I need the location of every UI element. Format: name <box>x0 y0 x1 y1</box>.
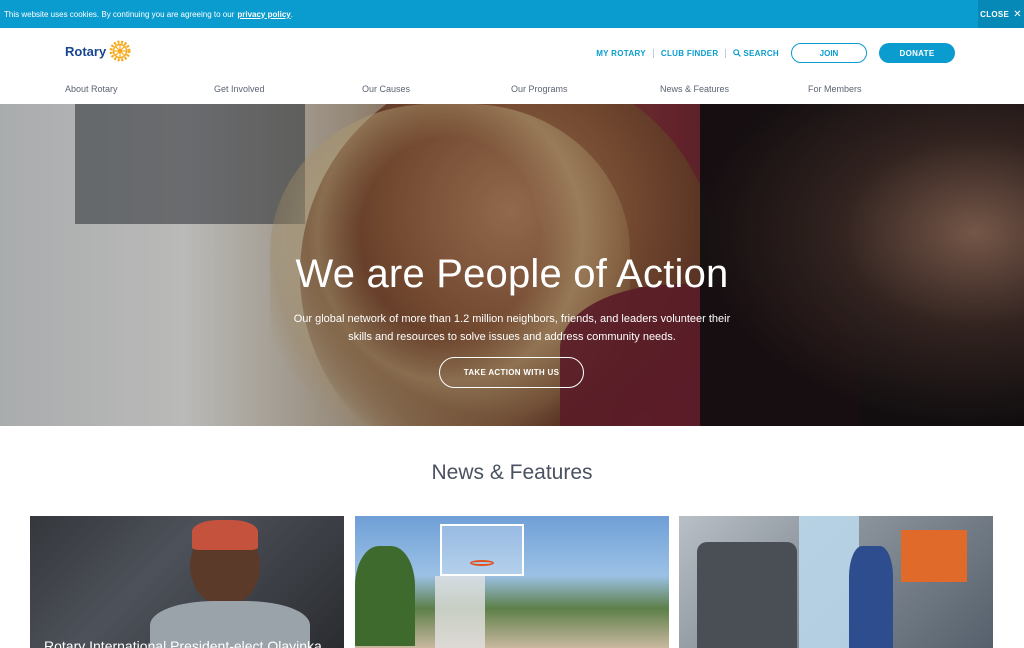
divider <box>652 48 654 58</box>
news-card[interactable]: Rotary International President-elect Ola… <box>30 516 344 648</box>
take-action-button[interactable]: TAKE ACTION WITH US <box>439 357 584 388</box>
utility-nav: MY ROTARY CLUB FINDER SEARCH JOIN DONATE <box>596 43 955 63</box>
card-photo-rim <box>470 560 494 566</box>
search-icon <box>733 49 742 57</box>
news-section-title: News & Features <box>431 461 593 484</box>
nav-item-our-programs[interactable]: Our Programs <box>511 84 568 94</box>
search-link[interactable]: SEARCH <box>733 49 779 58</box>
cookie-message: This website uses cookies. By continuing… <box>4 9 235 19</box>
nav-item-about-rotary[interactable]: About Rotary <box>65 84 118 94</box>
nav-item-our-causes[interactable]: Our Causes <box>362 84 410 94</box>
divider <box>725 48 727 58</box>
cookie-banner: This website uses cookies. By continuing… <box>0 0 1024 28</box>
card-photo-vehicle <box>697 542 797 648</box>
card-photo-sign <box>901 530 967 582</box>
news-card[interactable] <box>355 516 669 648</box>
nav-item-news-features[interactable]: News & Features <box>660 84 729 94</box>
card-photo-pole <box>435 576 485 648</box>
news-card-title: Rotary International President-elect Ola… <box>44 638 322 648</box>
hero-subtitle-line1: Our global network of more than 1.2 mill… <box>293 313 731 325</box>
donate-button[interactable]: DONATE <box>879 43 955 63</box>
hero-subtitle-line2: skills and resources to solve issues and… <box>348 331 676 343</box>
cookie-close-button[interactable]: CLOSE ✕ <box>978 0 1024 28</box>
card-photo-backboard <box>440 524 524 576</box>
my-rotary-link[interactable]: MY ROTARY <box>596 49 646 58</box>
join-button[interactable]: JOIN <box>791 43 867 63</box>
hero-title: We are People of Action <box>295 252 729 296</box>
hero-subtitle: Our global network of more than 1.2 mill… <box>272 310 752 346</box>
search-label: SEARCH <box>743 48 779 58</box>
club-finder-link[interactable]: CLUB FINDER <box>661 49 719 58</box>
cookie-close-label: CLOSE <box>980 9 1010 19</box>
card-photo-cap <box>192 520 258 550</box>
rotary-logo[interactable]: Rotary <box>65 40 131 62</box>
logo-text: Rotary <box>65 43 107 59</box>
card-photo-trees <box>355 546 415 646</box>
cookie-message-suffix: . <box>290 9 293 19</box>
rotary-wheel-icon <box>109 40 131 62</box>
hero-banner: We are People of Action Our global netwo… <box>0 104 1024 426</box>
nav-item-for-members[interactable]: For Members <box>808 84 862 94</box>
news-card[interactable] <box>679 516 993 648</box>
nav-item-get-involved[interactable]: Get Involved <box>214 84 265 94</box>
card-photo-volunteer <box>849 546 893 648</box>
site-header: Rotary MY ROTARY CLUB FINDER SEARCH JOIN… <box>0 28 1024 104</box>
main-nav: About Rotary Get Involved Our Causes Our… <box>0 84 1024 96</box>
close-icon: ✕ <box>1013 8 1022 20</box>
privacy-policy-link[interactable]: privacy policy <box>237 10 290 19</box>
